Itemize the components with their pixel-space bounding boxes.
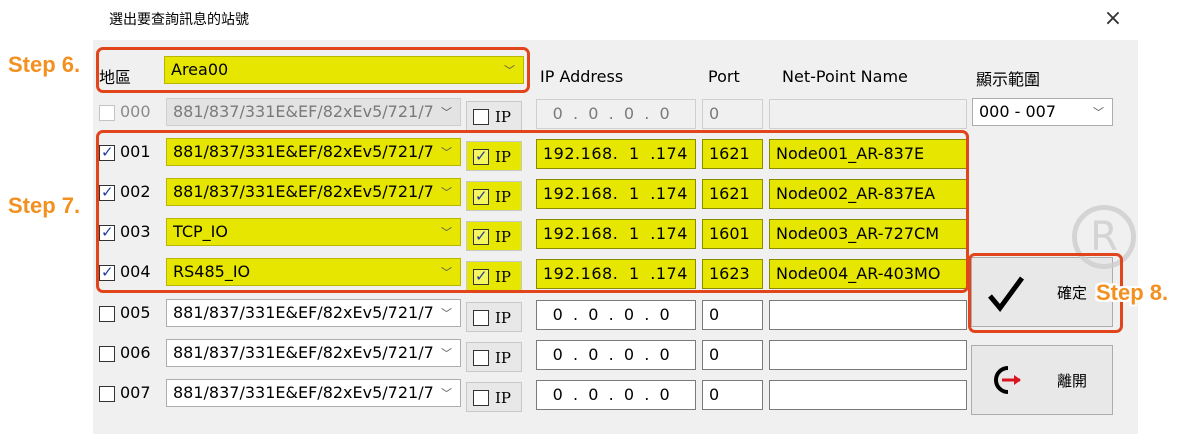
step7-highlight [96,130,969,293]
step6-highlight [96,47,530,93]
ip-mode-label: IP [495,108,512,126]
display-range-label: 顯示範圍 [976,70,1041,89]
row-enable-checkbox[interactable] [99,346,115,362]
ip-mode-label: IP [495,389,512,407]
row-enable-checkbox[interactable] [99,105,115,121]
ip-mode-toggle[interactable]: IP [466,101,522,131]
net-point-name-input[interactable] [769,300,967,330]
ip-address-input[interactable]: 0.0.0.0 [536,300,696,330]
port-header: Port [708,67,740,86]
step6-label: Step 6. [8,52,81,77]
ip-octet[interactable]: 0 [614,305,644,324]
ip-octet[interactable]: 0 [614,385,644,404]
ip-octet[interactable]: 0 [543,345,573,364]
ip-octet[interactable]: 0 [579,104,609,123]
port-input[interactable]: 0 [702,380,763,410]
chevron-down-icon: ﹀ [441,387,452,400]
ip-octet[interactable]: 0 [650,305,680,324]
module-type-select[interactable]: 881/837/331E&EF/82xEv5/721/7. ﹀ [166,98,461,126]
ip-mode-toggle[interactable]: IP [466,382,522,412]
module-type-select[interactable]: 881/837/331E&EF/82xEv5/721/7. ﹀ [166,379,461,407]
net-point-name-input[interactable] [769,380,967,410]
close-icon[interactable]: × [1101,8,1125,32]
ip-octet[interactable]: 0 [650,385,680,404]
exit-button[interactable]: 離開 [971,345,1113,415]
ip-address-input[interactable]: 0.0.0.0 [536,99,696,129]
ip-octet[interactable]: 0 [579,305,609,324]
ip-address-input[interactable]: 0.0.0.0 [536,340,696,370]
module-type-select[interactable]: 881/837/331E&EF/82xEv5/721/7. ﹀ [166,339,461,367]
station-number: 006 [120,343,151,362]
chevron-down-icon: ﹀ [1093,106,1104,119]
ip-octet[interactable]: 0 [614,104,644,123]
ip-octet[interactable]: 0 [543,385,573,404]
chevron-down-icon: ﹀ [441,307,452,320]
row-enable-checkbox[interactable] [99,306,115,322]
row-enable-checkbox[interactable] [99,386,115,402]
station-number: 005 [120,303,151,322]
exit-icon [994,366,1021,394]
ip-mode-checkbox[interactable] [473,109,489,125]
ip-address-header: IP Address [540,67,624,86]
ip-mode-label: IP [495,349,512,367]
ip-octet[interactable]: 0 [543,305,573,324]
ip-octet[interactable]: 0 [543,104,573,123]
ip-octet[interactable]: 0 [614,345,644,364]
ip-octet[interactable]: 0 [579,345,609,364]
title-bar: 選出要查詢訊息的站號 × [93,0,1138,40]
ip-octet[interactable]: 0 [650,345,680,364]
port-input[interactable]: 0 [702,340,763,370]
chevron-down-icon: ﹀ [441,106,452,119]
ip-mode-checkbox[interactable] [473,390,489,406]
net-point-name-input[interactable] [769,340,967,370]
station-number: 007 [120,383,151,402]
port-input[interactable]: 0 [702,99,763,129]
station-number: 000 [120,102,151,121]
dialog-title: 選出要查詢訊息的站號 [109,12,249,28]
step8-label: Step 8. [1096,280,1169,305]
ip-address-input[interactable]: 0.0.0.0 [536,380,696,410]
port-input[interactable]: 0 [702,300,763,330]
ip-mode-checkbox[interactable] [473,310,489,326]
ip-mode-toggle[interactable]: IP [466,302,522,332]
display-range-select[interactable]: 000 - 007 ﹀ [972,98,1113,126]
ip-mode-label: IP [495,309,512,327]
chevron-down-icon: ﹀ [441,347,452,360]
step7-label: Step 7. [8,193,81,218]
ip-mode-toggle[interactable]: IP [466,342,522,372]
net-point-name-header: Net-Point Name [782,67,908,86]
ip-octet[interactable]: 0 [650,104,680,123]
ip-mode-checkbox[interactable] [473,350,489,366]
exit-label: 離開 [1057,372,1088,390]
module-type-select[interactable]: 881/837/331E&EF/82xEv5/721/7. ﹀ [166,299,461,327]
ip-octet[interactable]: 0 [579,385,609,404]
net-point-name-input[interactable] [769,99,967,129]
